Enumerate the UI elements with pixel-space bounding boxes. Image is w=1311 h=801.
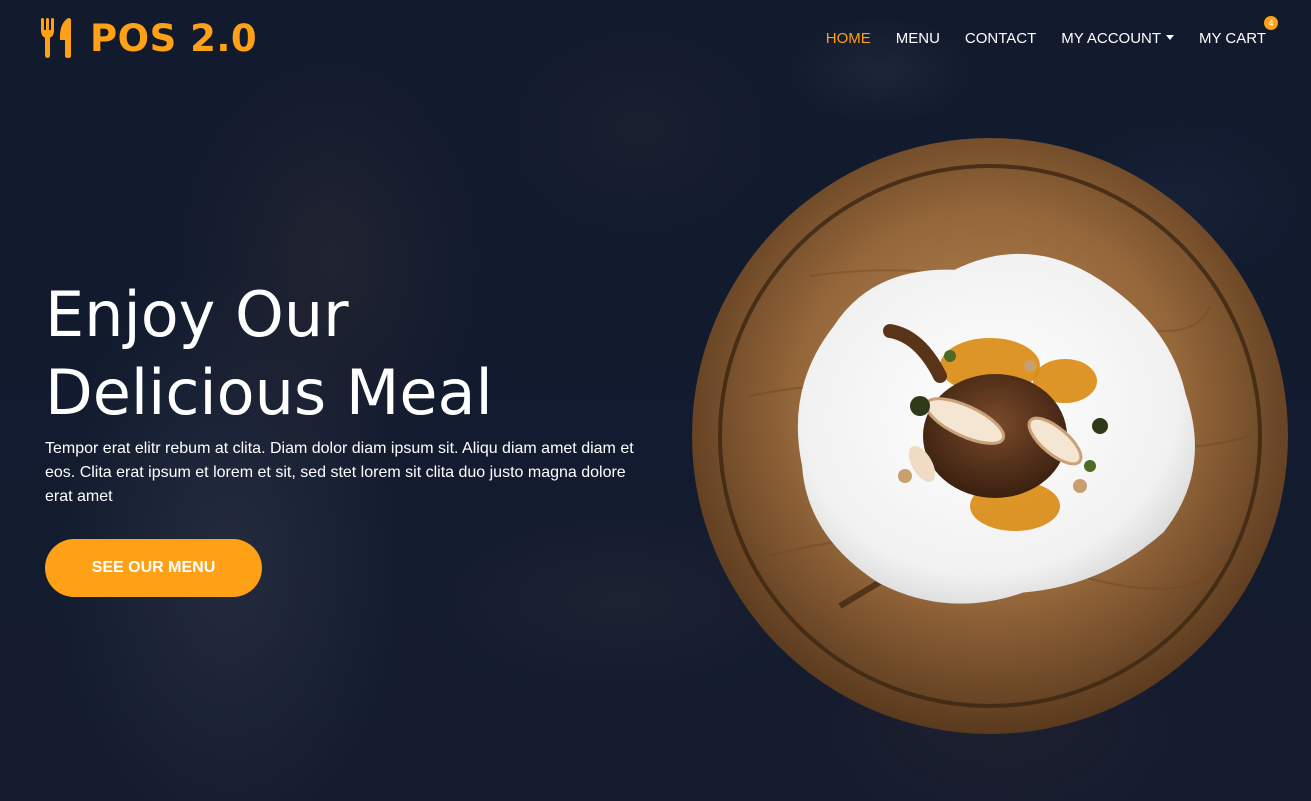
nav-item-my-account[interactable]: MY ACCOUNT xyxy=(1061,29,1175,47)
hero-description: Tempor erat elitr rebum at clita. Diam d… xyxy=(45,440,634,505)
caret-down-icon xyxy=(1166,34,1175,40)
navbar: POS 2.0 HOME MENU CONTACT MY ACCOUNT MY … xyxy=(0,0,1311,76)
nav-item-contact[interactable]: CONTACT xyxy=(965,30,1036,47)
nav-item-menu[interactable]: MENU xyxy=(896,30,940,47)
cart-count-badge: 4 xyxy=(1264,15,1278,30)
nav-links: HOME MENU CONTACT MY ACCOUNT MY CART 4 xyxy=(826,15,1278,47)
brand-logo[interactable]: POS 2.0 xyxy=(40,17,257,60)
nav-item-my-cart-label: MY CART xyxy=(1199,29,1266,47)
nav-item-my-cart[interactable]: MY CART 4 xyxy=(1199,15,1278,47)
utensils-icon xyxy=(41,18,71,58)
see-our-menu-button[interactable]: SEE OUR MENU xyxy=(45,539,262,597)
brand-name: POS 2.0 xyxy=(90,16,258,60)
hero-title: Enjoy Our Delicious Meal xyxy=(45,278,493,429)
hero-dish-image xyxy=(692,138,1288,734)
nav-item-home[interactable]: HOME xyxy=(826,30,871,47)
nav-item-my-account-label: MY ACCOUNT xyxy=(1061,29,1162,47)
